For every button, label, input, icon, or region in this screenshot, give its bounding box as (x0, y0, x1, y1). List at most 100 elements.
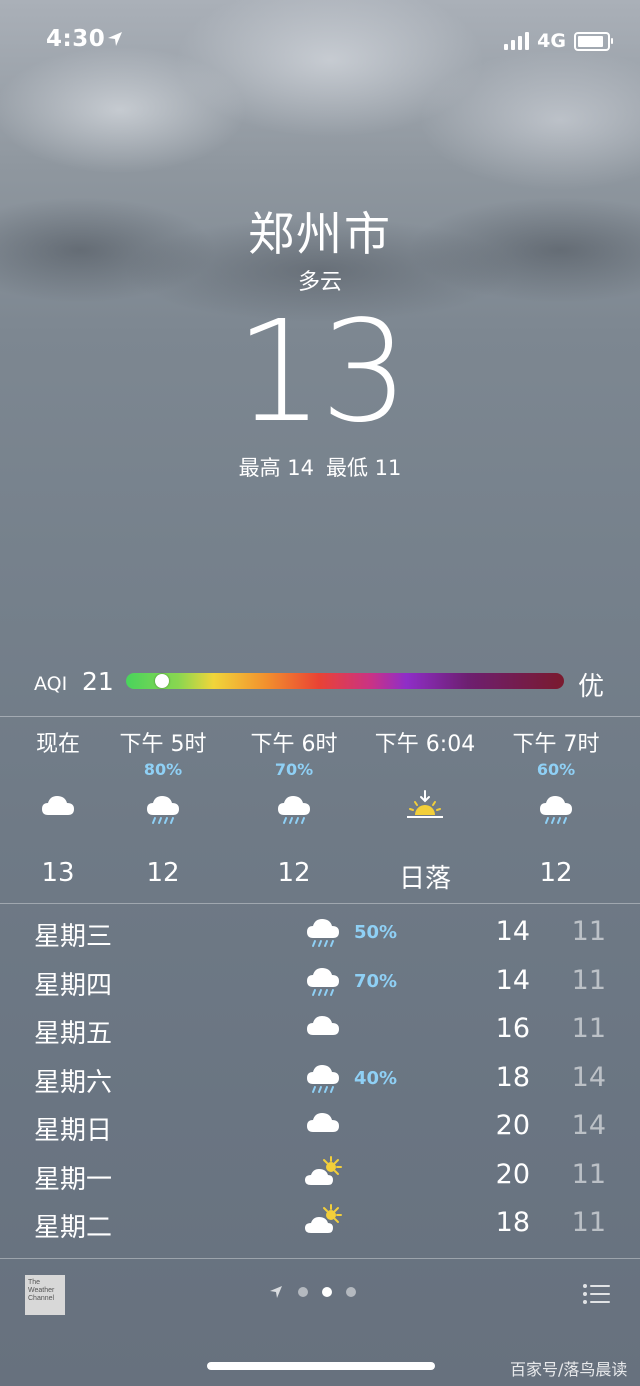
daily-row: 星期二 18 11 (0, 1203, 640, 1247)
divider-bottom (0, 1258, 640, 1259)
partly-sunny-icon (305, 1204, 342, 1233)
day-name: 星期四 (34, 970, 113, 1001)
day-low: 11 (571, 916, 606, 947)
day-high: 20 (495, 1158, 530, 1190)
signal-icon (504, 32, 530, 50)
rain-icon (307, 1064, 339, 1093)
day-precip-probability: 70% (354, 970, 398, 992)
day-high: 18 (495, 1207, 530, 1238)
day-icon-container (300, 1106, 346, 1146)
page-dot (298, 1287, 308, 1297)
day-high: 14 (495, 916, 530, 947)
location-arrow-icon (108, 32, 122, 46)
daily-row: 星期一 20 11 (0, 1155, 640, 1199)
day-name: 星期五 (34, 1019, 113, 1049)
aqi-indicator (154, 674, 169, 688)
hourly-icon-container (3, 784, 113, 834)
hourly-temperature: 12 (277, 858, 311, 888)
location-arrow-icon (270, 1286, 282, 1298)
day-name: 星期二 (34, 1213, 113, 1243)
day-high: 14 (495, 964, 530, 996)
cloud-icon (42, 796, 74, 815)
hourly-item: 下午 7时 60% 12 (501, 730, 611, 888)
high-temp: 最高 14 (238, 456, 314, 480)
day-high: 20 (495, 1110, 530, 1141)
rain-icon (278, 796, 310, 824)
divider-top (0, 716, 640, 717)
aqi-scale-bar (126, 673, 564, 689)
day-icon-container (300, 912, 346, 952)
day-precip-probability: 40% (354, 1067, 398, 1089)
current-temperature: 13 (234, 291, 409, 454)
daily-row: 星期日 20 14 (0, 1106, 640, 1150)
hourly-precip-probability (3, 760, 113, 780)
hourly-icon-container (108, 784, 218, 834)
hourly-item: 现在 13 (3, 730, 113, 888)
day-low: 11 (571, 1013, 606, 1044)
hourly-temperature: 13 (41, 858, 75, 888)
hourly-precip-probability: 60% (536, 760, 576, 779)
hourly-item: 下午 6时 70% 12 (239, 730, 349, 888)
hourly-icon-container (501, 784, 611, 834)
network-label: 4G (537, 30, 566, 52)
hourly-icon-container (370, 784, 480, 834)
list-icon[interactable] (582, 1282, 612, 1306)
hourly-item: 下午 5时 80% 12 (108, 730, 218, 888)
hourly-time: 下午 6时 (250, 732, 338, 757)
hourly-temperature: 12 (146, 858, 180, 888)
rain-icon (147, 796, 179, 824)
hourly-temperature: 12 (539, 858, 573, 888)
day-icon-container (300, 961, 346, 1001)
hourly-item: 下午 6:04 日落 (370, 730, 480, 895)
divider-middle (0, 903, 640, 904)
day-low: 11 (571, 1207, 606, 1238)
partly-sunny-icon (305, 1155, 342, 1185)
daily-row: 星期四 70% 14 11 (0, 961, 640, 1005)
day-low: 14 (571, 1110, 606, 1141)
cloud-icon (307, 1113, 339, 1132)
day-name: 星期日 (34, 1116, 113, 1146)
city-name: 郑州市 (248, 207, 392, 261)
hourly-precip-probability: 70% (274, 760, 314, 779)
rain-icon (540, 796, 572, 824)
day-icon-container (300, 1058, 346, 1098)
hourly-temperature: 日落 (398, 864, 451, 894)
day-icon-container (300, 1203, 346, 1243)
hourly-precip-probability: 80% (143, 760, 183, 779)
page-dot (346, 1287, 356, 1297)
day-icon-container (300, 1009, 346, 1049)
hourly-time: 下午 6:04 (374, 732, 476, 757)
hourly-precip-probability (370, 760, 480, 780)
aqi-quality: 优 (578, 672, 605, 702)
day-low: 11 (571, 1158, 606, 1190)
high-low: 最高 14 最低 11 (0, 452, 640, 482)
daily-row: 星期六 40% 18 14 (0, 1058, 640, 1102)
hourly-time: 现在 (35, 732, 80, 757)
battery-icon (574, 31, 613, 51)
day-low: 11 (571, 964, 606, 996)
daily-row: 星期三 50% 14 11 (0, 912, 640, 956)
weather-channel-logo[interactable]: The Weather Channel (25, 1275, 65, 1315)
day-name: 星期一 (34, 1164, 113, 1195)
home-indicator[interactable] (207, 1362, 435, 1370)
sunset-icon (407, 790, 443, 818)
hourly-time: 下午 5时 (119, 732, 207, 757)
daily-row: 星期五 16 11 (0, 1009, 640, 1053)
page-indicator[interactable] (268, 1284, 356, 1300)
watermark-text: 百家号/落鸟晨读 (510, 1360, 628, 1379)
cloud-icon (307, 1016, 339, 1035)
day-name: 星期六 (34, 1067, 113, 1098)
rain-icon (307, 919, 339, 947)
status-time: 4:30 (46, 26, 106, 52)
day-high: 16 (495, 1013, 530, 1044)
day-high: 18 (495, 1061, 530, 1093)
page-dot-active (322, 1287, 332, 1297)
day-name: 星期三 (34, 922, 113, 952)
low-temp: 最低 11 (326, 456, 402, 480)
status-indicators: 4G (504, 30, 613, 52)
weather-channel-logo-text: The Weather Channel (28, 1279, 55, 1302)
day-icon-container (300, 1155, 346, 1195)
day-precip-probability: 50% (354, 922, 398, 943)
hourly-icon-container (239, 784, 349, 834)
hourly-time: 下午 7时 (512, 732, 600, 757)
